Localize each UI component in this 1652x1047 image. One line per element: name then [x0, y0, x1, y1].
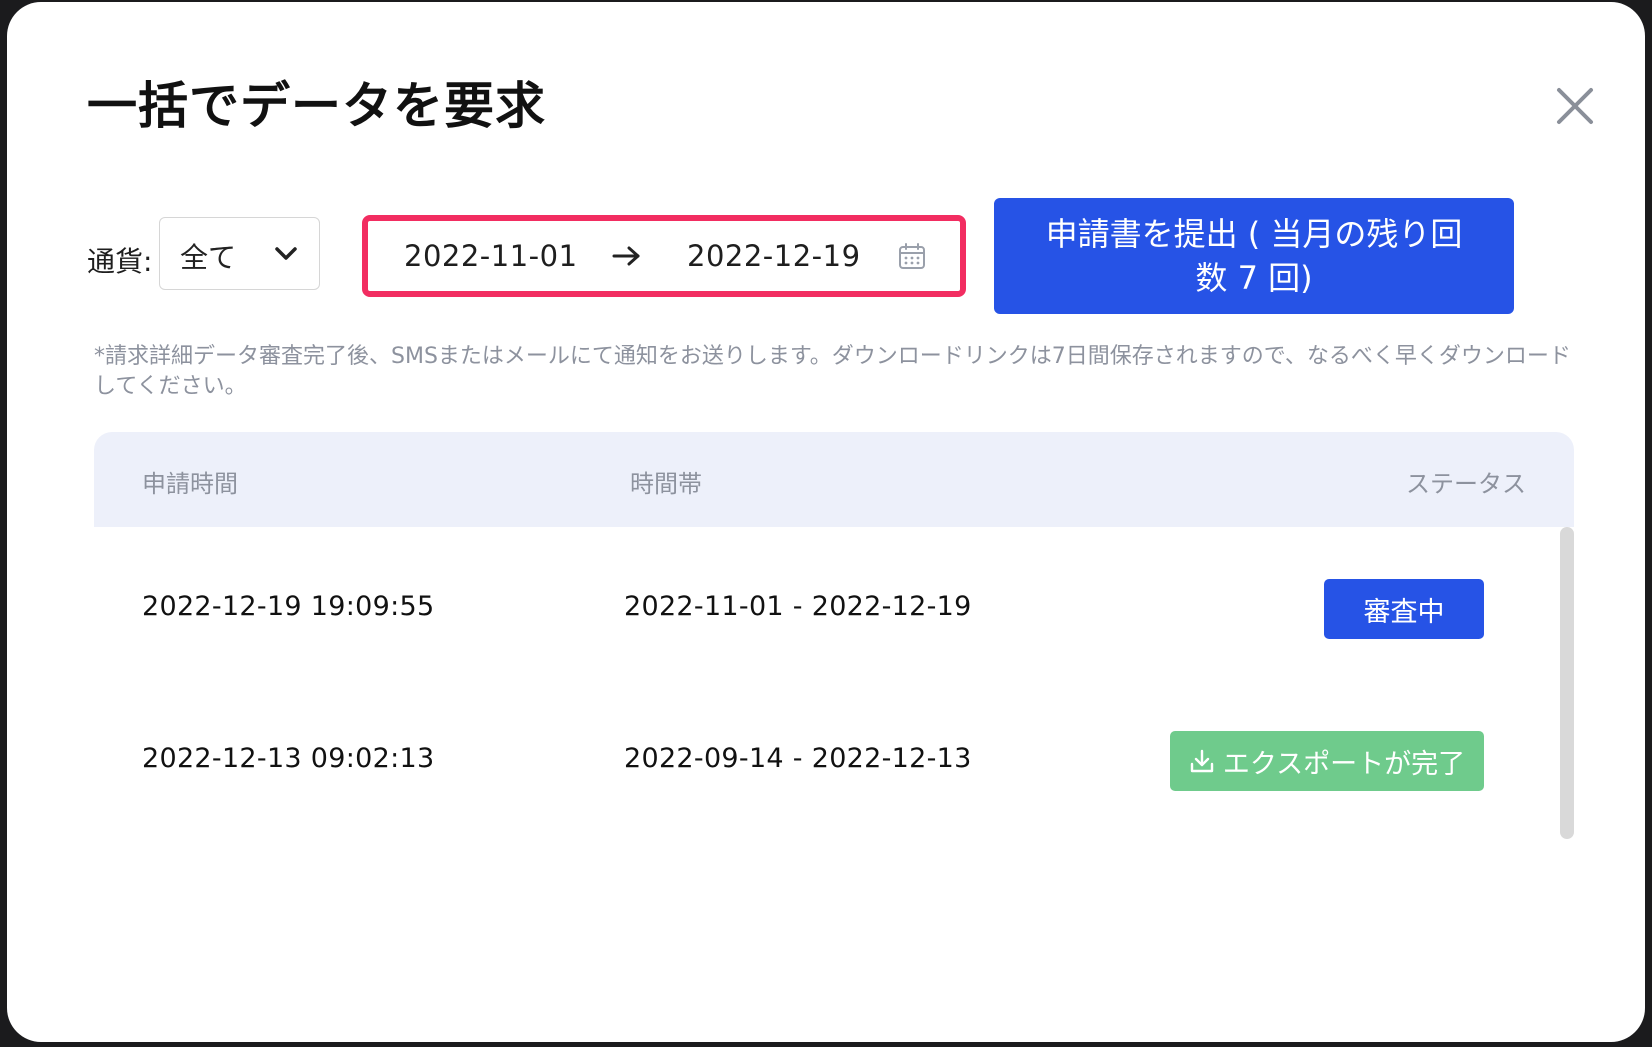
- chevron-down-icon: [275, 247, 297, 260]
- column-header-requested-at: 申請時間: [142, 470, 238, 498]
- table-row: 2022-12-19 19:09:55 2022-11-01 - 2022-12…: [94, 527, 1554, 687]
- export-complete-download-button[interactable]: エクスポートが完了: [1170, 731, 1484, 791]
- close-icon: [1557, 88, 1593, 124]
- calendar-icon[interactable]: [898, 242, 926, 270]
- currency-select[interactable]: 全て: [159, 217, 320, 290]
- bulk-data-request-modal: 一括でデータを要求 通貨: 全て 2022-11-01 2022-12-19 申…: [7, 2, 1645, 1042]
- status-badge-reviewing[interactable]: 審査中: [1324, 579, 1484, 639]
- column-header-period: 時間帯: [630, 470, 702, 498]
- date-range-picker[interactable]: 2022-11-01 2022-12-19: [362, 215, 966, 297]
- request-history-table: 申請時間 時間帯 ステータス 2022-12-19 19:09:55 2022-…: [94, 432, 1574, 857]
- submit-request-button[interactable]: 申請書を提出 ( 当月の残り回数 7 回): [994, 198, 1514, 314]
- download-icon: [1190, 749, 1214, 773]
- range-end-input[interactable]: 2022-12-19: [687, 239, 861, 273]
- arrow-right-icon: [612, 246, 640, 266]
- cell-requested-at: 2022-12-19 19:09:55: [142, 591, 435, 622]
- currency-label: 通貨:: [87, 245, 153, 278]
- currency-select-value: 全て: [180, 241, 237, 274]
- cell-requested-at: 2022-12-13 09:02:13: [142, 743, 435, 774]
- export-complete-label: エクスポートが完了: [1222, 748, 1466, 780]
- cell-period: 2022-09-14 - 2022-12-13: [624, 743, 972, 774]
- modal-title: 一括でデータを要求: [87, 77, 546, 135]
- notice-text: *請求詳細データ審査完了後、SMSまたはメールにて通知をお送りします。ダウンロー…: [94, 344, 1571, 399]
- range-start-input[interactable]: 2022-11-01: [404, 239, 578, 273]
- column-header-status: ステータス: [1406, 470, 1526, 498]
- cell-period: 2022-11-01 - 2022-12-19: [624, 591, 972, 622]
- table-row: 2022-12-13 09:02:13 2022-09-14 - 2022-12…: [94, 687, 1554, 847]
- table-body: 2022-12-19 19:09:55 2022-11-01 - 2022-12…: [94, 527, 1574, 857]
- table-scrollbar[interactable]: [1560, 527, 1574, 839]
- close-button[interactable]: [1555, 86, 1595, 126]
- table-header: 申請時間 時間帯 ステータス: [94, 432, 1574, 527]
